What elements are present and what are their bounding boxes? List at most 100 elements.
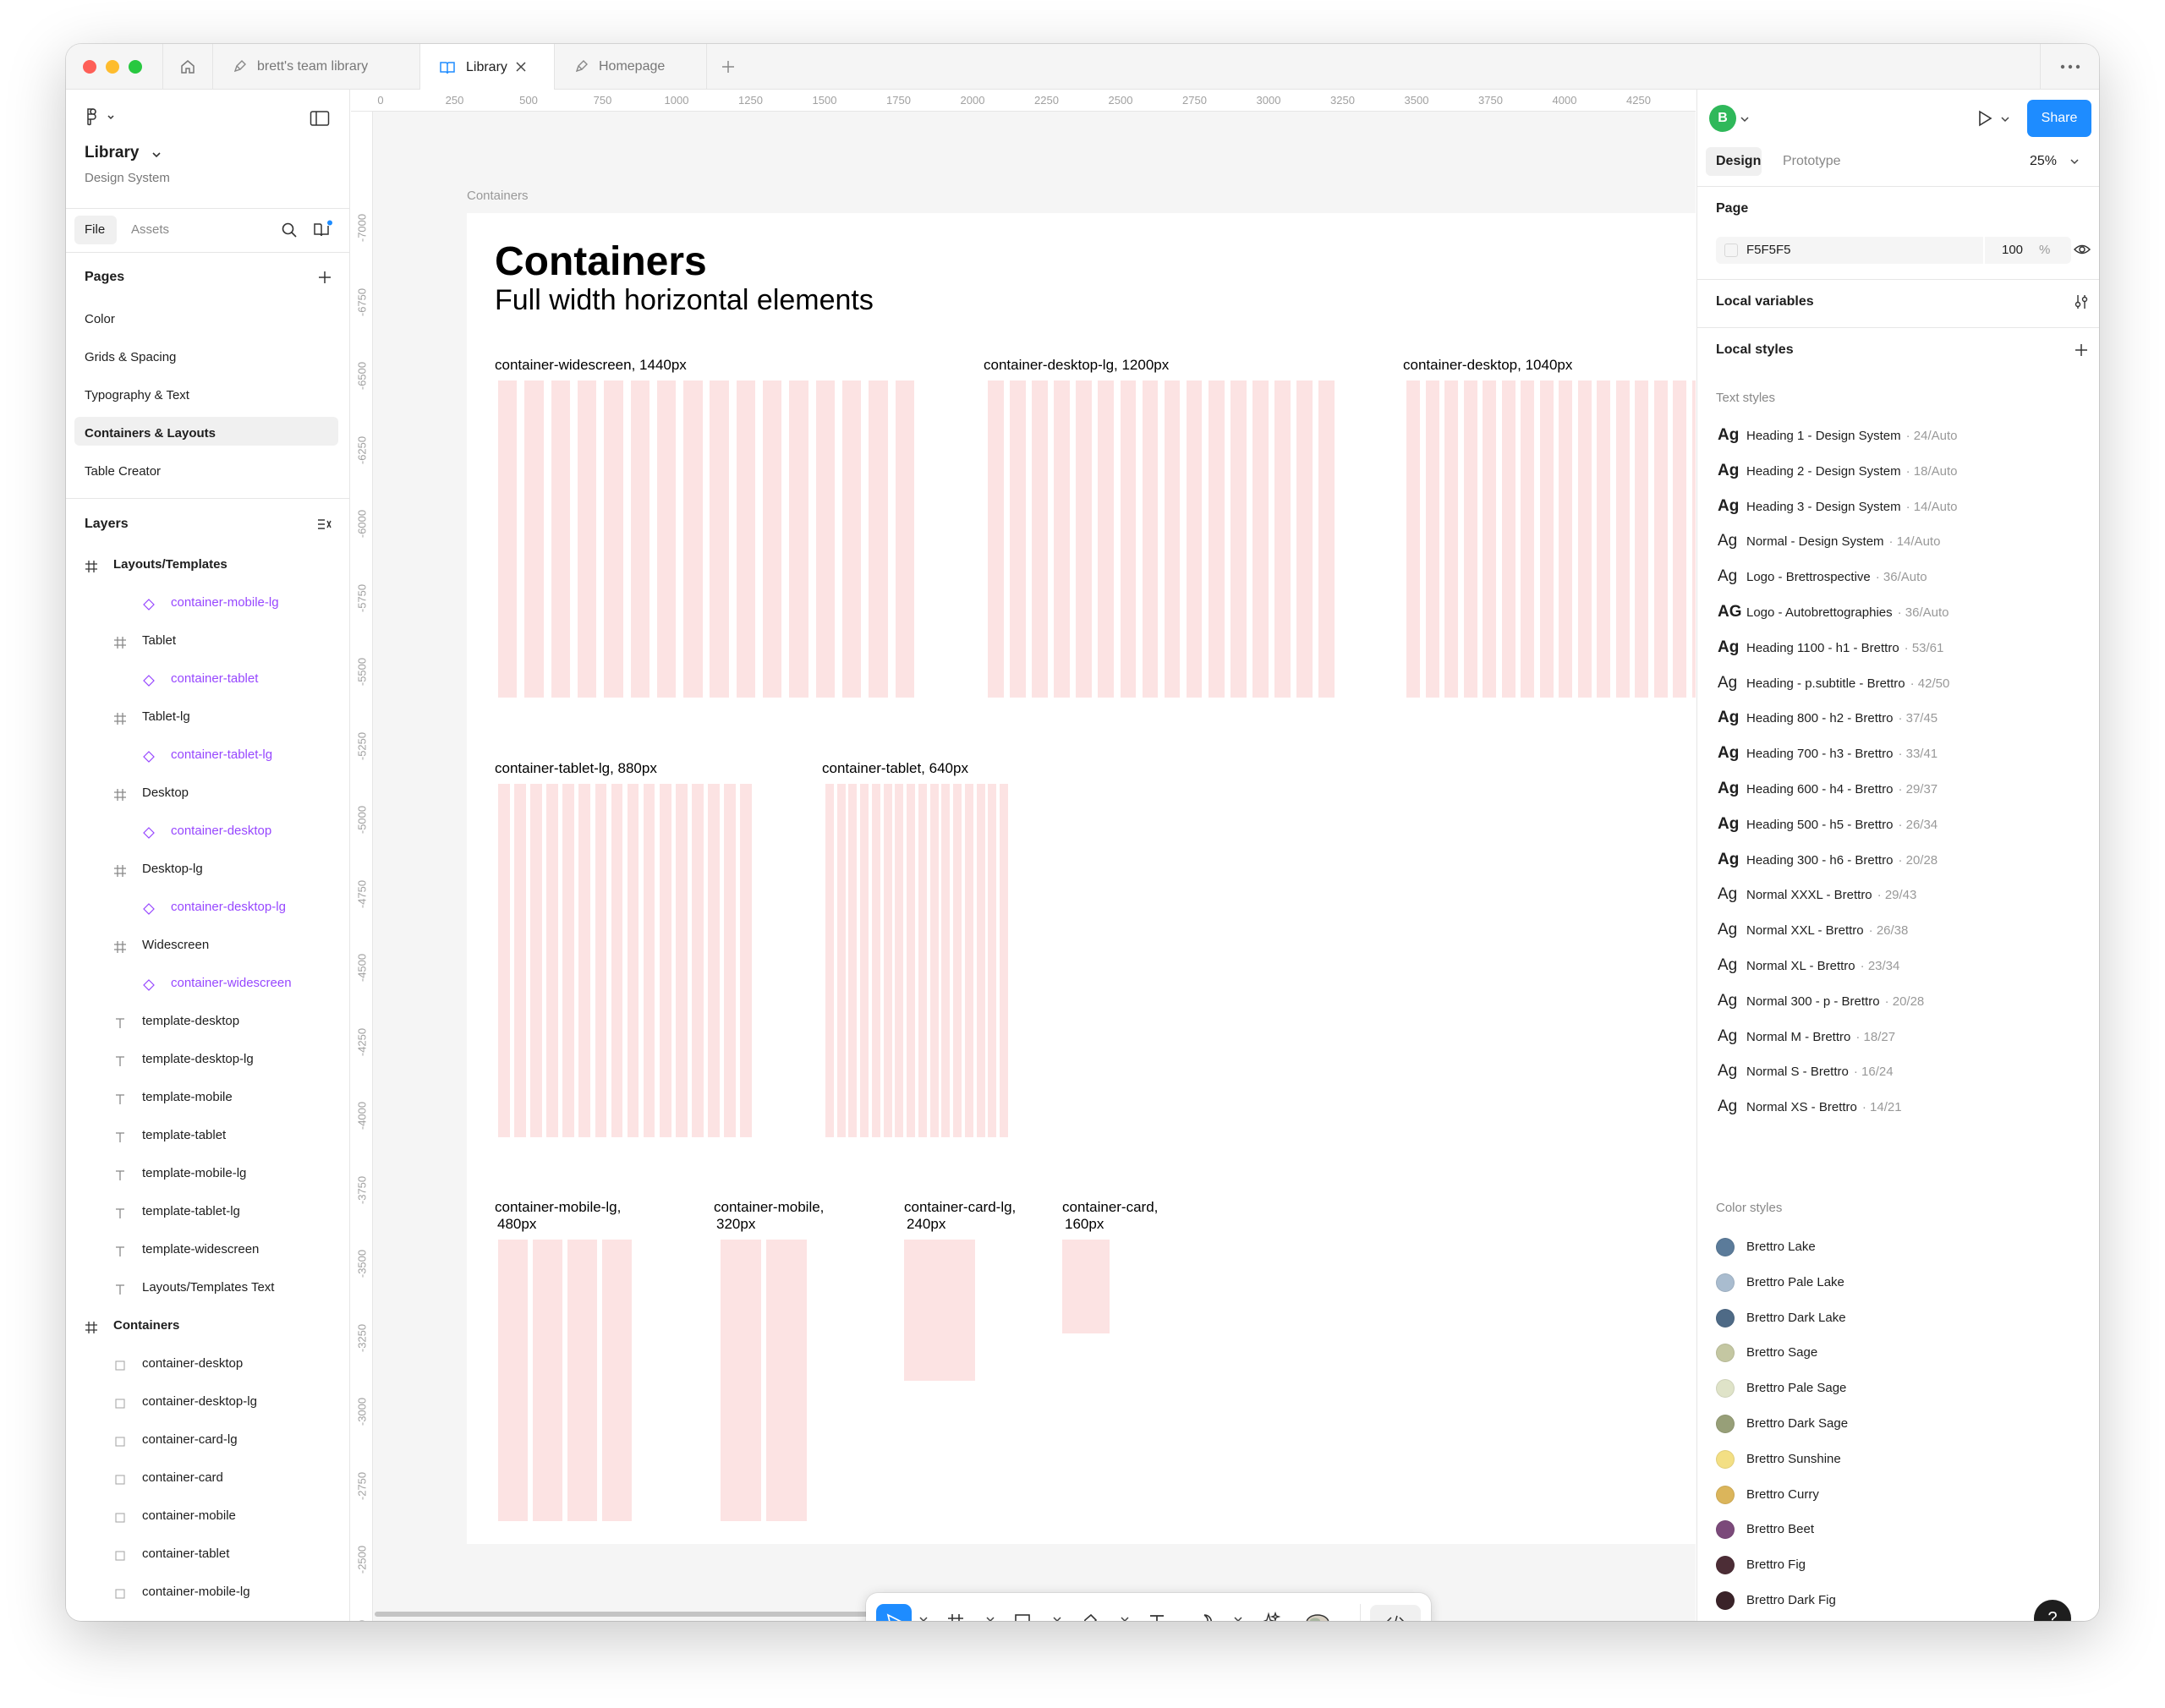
- text-style-name[interactable]: Logo - Brettrospective: [1746, 570, 1871, 584]
- add-style-icon[interactable]: [2073, 342, 2090, 359]
- minimize-window-button[interactable]: [106, 60, 119, 74]
- color-style-swatch[interactable]: [1716, 1556, 1735, 1575]
- color-style-swatch[interactable]: [1716, 1485, 1735, 1504]
- text-style-name[interactable]: Heading 1 - Design System: [1746, 429, 1901, 443]
- text-style-name[interactable]: Heading 500 - h5 - Brettro: [1746, 818, 1893, 832]
- pen-tool-button[interactable]: [1074, 1607, 1104, 1621]
- text-style-name[interactable]: Heading 2 - Design System: [1746, 464, 1901, 479]
- chevron-down-icon[interactable]: [918, 1615, 929, 1621]
- more-options-button[interactable]: [2040, 44, 2099, 90]
- color-style-name[interactable]: Brettro Fig: [1746, 1557, 1806, 1572]
- frame-tool-button[interactable]: [940, 1607, 971, 1621]
- page-item-typography[interactable]: Typography & Text: [85, 388, 189, 402]
- close-window-button[interactable]: [83, 60, 96, 74]
- move-tool-button[interactable]: [876, 1604, 912, 1621]
- tab-design[interactable]: Design: [1716, 154, 1761, 169]
- tab-brett-team-library[interactable]: brett's team library: [213, 44, 420, 90]
- help-button[interactable]: ?: [2034, 1600, 2071, 1621]
- local-variables-title[interactable]: Local variables: [1716, 294, 1814, 309]
- container-grid[interactable]: [498, 380, 914, 698]
- zoom-level[interactable]: 25%: [2030, 154, 2057, 169]
- text-style-name[interactable]: Normal XS - Brettro: [1746, 1100, 1857, 1114]
- text-style-name[interactable]: Heading 600 - h4 - Brettro: [1746, 782, 1893, 797]
- page-item-grids[interactable]: Grids & Spacing: [85, 350, 176, 364]
- page-item-table-creator[interactable]: Table Creator: [85, 464, 161, 479]
- text-style-name[interactable]: Normal XXL - Brettro: [1746, 923, 1864, 938]
- home-button[interactable]: [162, 44, 213, 90]
- text-style-name[interactable]: Normal XL - Brettro: [1746, 959, 1855, 973]
- chevron-down-icon[interactable]: [151, 151, 162, 159]
- comment-tool-button[interactable]: [1189, 1607, 1220, 1621]
- avatar[interactable]: B: [1709, 105, 1736, 132]
- text-style-name[interactable]: Normal M - Brettro: [1746, 1030, 1850, 1044]
- page-color-swatch[interactable]: [1724, 244, 1738, 257]
- tab-assets[interactable]: Assets: [131, 222, 169, 237]
- color-style-swatch[interactable]: [1716, 1273, 1735, 1292]
- chevron-down-icon[interactable]: [2069, 157, 2080, 166]
- container-grid[interactable]: [904, 1240, 975, 1381]
- text-style-name[interactable]: Heading 1100 - h1 - Brettro: [1746, 641, 1899, 655]
- text-style-name[interactable]: Heading - p.subtitle - Brettro: [1746, 676, 1905, 691]
- collapse-layers-icon[interactable]: [316, 517, 333, 532]
- share-button[interactable]: Share: [2027, 100, 2091, 137]
- text-style-name[interactable]: Heading 3 - Design System: [1746, 500, 1901, 514]
- text-style-name[interactable]: Normal 300 - p - Brettro: [1746, 994, 1880, 1009]
- text-style-name[interactable]: Heading 800 - h2 - Brettro: [1746, 711, 1893, 725]
- canvas[interactable]: 0 250 500 750 1000 1250 1500 1750 2000 2250 2500 27…: [351, 90, 1696, 1621]
- add-page-icon[interactable]: [316, 269, 333, 286]
- color-style-swatch[interactable]: [1716, 1344, 1735, 1363]
- eye-icon[interactable]: [2073, 242, 2091, 257]
- text-style-name[interactable]: Logo - Autobrettographies: [1746, 605, 1893, 620]
- color-style-name[interactable]: Brettro Dark Sage: [1746, 1416, 1848, 1431]
- container-grid[interactable]: [1406, 380, 1696, 698]
- container-grid[interactable]: [988, 380, 1335, 698]
- color-style-name[interactable]: Brettro Dark Lake: [1746, 1311, 1846, 1325]
- color-style-name[interactable]: Brettro Curry: [1746, 1487, 1819, 1502]
- text-style-name[interactable]: Normal XXXL - Brettro: [1746, 888, 1872, 902]
- color-style-name[interactable]: Brettro Sage: [1746, 1345, 1817, 1360]
- color-style-swatch[interactable]: [1716, 1308, 1735, 1328]
- color-style-name[interactable]: Brettro Pale Lake: [1746, 1275, 1844, 1289]
- container-grid[interactable]: [498, 784, 752, 1137]
- container-grid[interactable]: [1062, 1240, 1110, 1333]
- color-style-swatch[interactable]: [1716, 1379, 1735, 1399]
- page-color-value[interactable]: F5F5F5: [1746, 243, 1791, 257]
- chevron-down-icon[interactable]: [1052, 1615, 1062, 1621]
- library-icon[interactable]: [313, 220, 333, 238]
- chevron-down-icon[interactable]: [2000, 115, 2010, 123]
- color-style-swatch[interactable]: [1716, 1520, 1735, 1540]
- color-style-name[interactable]: Brettro Sunshine: [1746, 1452, 1841, 1466]
- page-opacity-value[interactable]: 100: [2002, 243, 2023, 257]
- tab-homepage[interactable]: Homepage: [555, 44, 707, 90]
- color-style-swatch[interactable]: [1716, 1415, 1735, 1433]
- color-style-name[interactable]: Brettro Pale Sage: [1746, 1381, 1846, 1395]
- play-icon[interactable]: [1975, 108, 1995, 129]
- chevron-down-icon[interactable]: [1233, 1615, 1243, 1621]
- containers-frame[interactable]: Containers Full width horizontal element…: [467, 213, 1696, 1544]
- color-style-swatch[interactable]: [1716, 1238, 1735, 1256]
- widgets-button[interactable]: [1302, 1607, 1333, 1621]
- tab-library[interactable]: Library: [420, 44, 555, 90]
- color-style-name[interactable]: Brettro Lake: [1746, 1240, 1816, 1254]
- container-grid[interactable]: [721, 1240, 807, 1521]
- text-style-name[interactable]: Normal - Design System: [1746, 534, 1884, 549]
- dev-mode-toggle[interactable]: [1370, 1605, 1421, 1621]
- toggle-sidebar-button[interactable]: [310, 110, 330, 131]
- variables-sliders-icon[interactable]: [2073, 293, 2090, 310]
- tab-prototype[interactable]: Prototype: [1783, 154, 1840, 169]
- file-name[interactable]: Library: [85, 144, 139, 162]
- chevron-down-icon[interactable]: [1740, 115, 1750, 123]
- search-icon[interactable]: [281, 222, 298, 238]
- new-tab-button[interactable]: [715, 54, 741, 79]
- container-grid[interactable]: [825, 784, 1008, 1137]
- text-style-name[interactable]: Heading 300 - h6 - Brettro: [1746, 853, 1893, 868]
- close-tab-icon[interactable]: [513, 59, 529, 74]
- actions-button[interactable]: [1255, 1607, 1285, 1621]
- chevron-down-icon[interactable]: [985, 1615, 995, 1621]
- chevron-down-icon[interactable]: [1120, 1615, 1130, 1621]
- color-style-name[interactable]: Brettro Beet: [1746, 1522, 1814, 1536]
- rectangle-tool-button[interactable]: [1007, 1607, 1038, 1621]
- page-item-containers[interactable]: Containers & Layouts: [85, 426, 216, 441]
- container-grid[interactable]: [498, 1240, 632, 1521]
- text-style-name[interactable]: Normal S - Brettro: [1746, 1065, 1849, 1079]
